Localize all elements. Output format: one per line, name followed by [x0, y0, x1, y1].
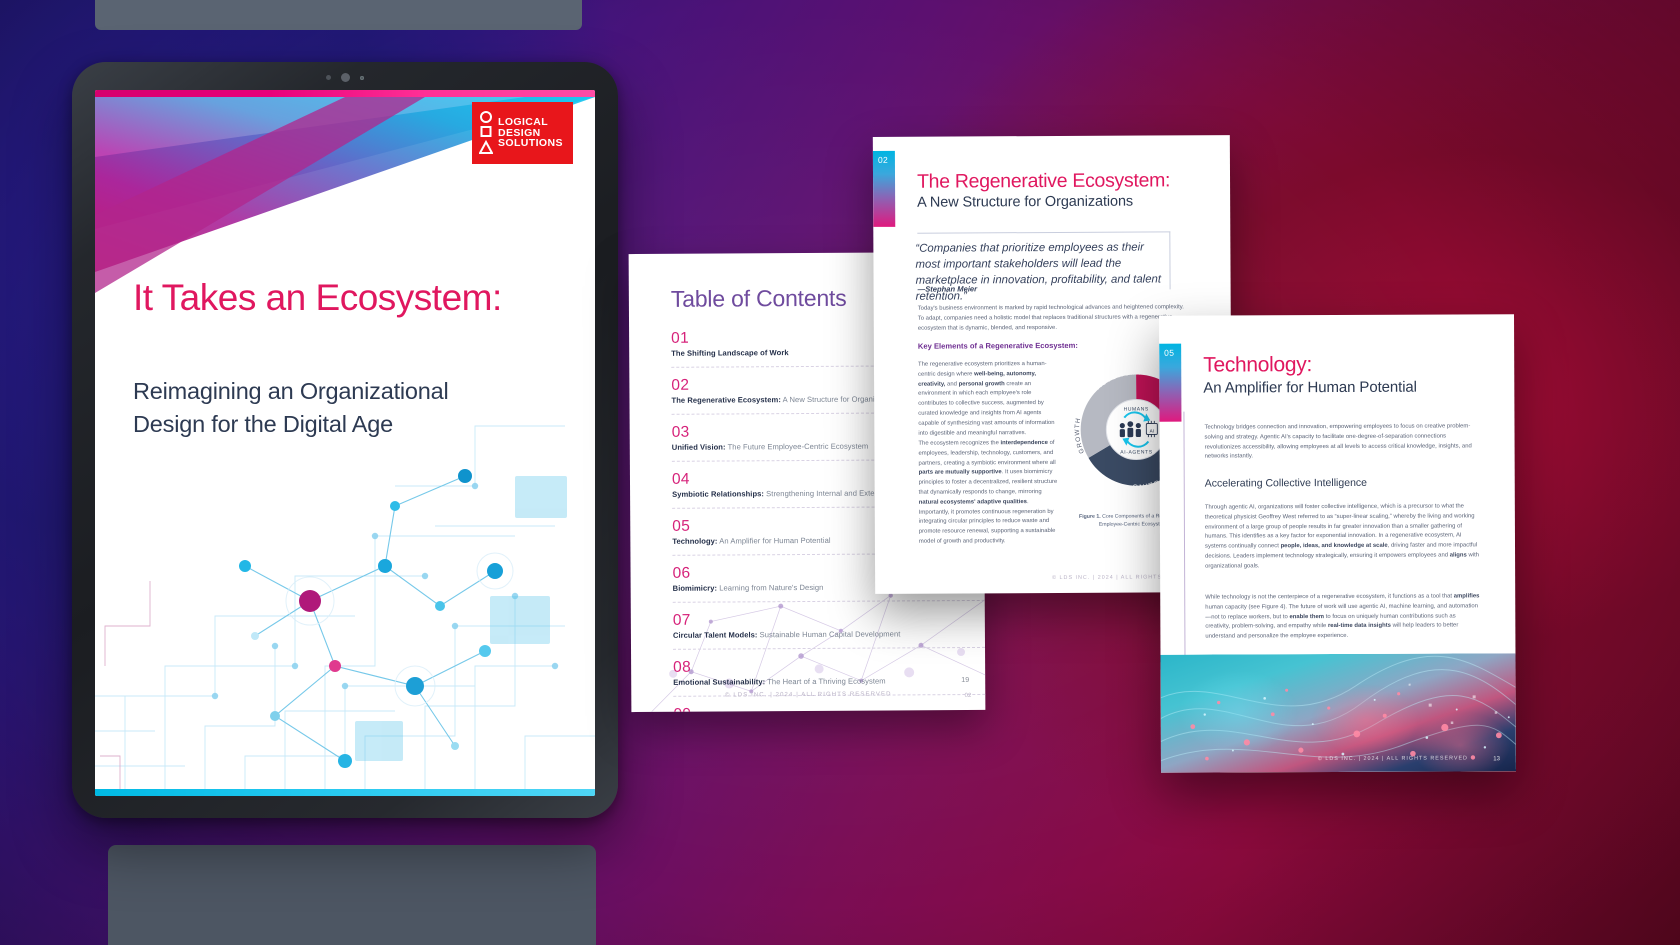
page-subtitle: A New Structure for Organizations	[917, 193, 1134, 211]
top-slab-decoration	[95, 0, 582, 30]
logo-glyphs	[479, 111, 493, 154]
section-heading: Accelerating Collective Intelligence	[1204, 476, 1368, 490]
page-number: 13	[1493, 756, 1500, 763]
toc-item-label-bold: Emotional Sustainability:	[673, 677, 766, 688]
toc-item-label: Emotional Sustainability: The Heart of a…	[673, 676, 985, 687]
toc-item-number: 07	[672, 611, 691, 630]
tablet-sensor-dots	[72, 73, 618, 82]
toc-item-label-bold: The Regenerative Ecosystem:	[671, 395, 781, 405]
document-page-technology: 05 Technology: An Amplifier for Human Po…	[1159, 314, 1516, 773]
section-heading: Key Elements of a Regenerative Ecosystem…	[917, 340, 1078, 351]
section-number-tab: 05	[1159, 343, 1182, 422]
logo-logical-design-solutions: LOGICAL DESIGN SOLUTIONS	[472, 102, 573, 164]
logo-mark	[479, 110, 493, 156]
toc-item[interactable]: 07 Circular Talent Models: Sustainable Hu…	[672, 610, 986, 651]
tablet-device: LOGICAL DESIGN SOLUTIONS It Takes an Eco…	[72, 62, 618, 818]
cover-title-block: It Takes an Ecosystem:	[133, 275, 533, 321]
toc-item-label-bold: Biomimicry:	[672, 583, 718, 594]
toc-item-label-bold: Symbiotic Relationships:	[672, 489, 765, 500]
page-subtitle: An Amplifier for Human Potential	[1203, 378, 1417, 397]
page-number: 02	[964, 693, 972, 700]
logo-wordmark: LOGICAL DESIGN SOLUTIONS	[498, 115, 563, 150]
technology-body-card: Technology bridges connection and innova…	[1183, 410, 1496, 661]
technology-abstract-artwork: © LDS INC. | 2024 | ALL RIGHTS RESERVED …	[1160, 653, 1516, 773]
body-paragraph-2: The ecosystem recognizes the interdepend…	[918, 439, 1058, 545]
cover-network-artwork	[95, 366, 595, 796]
cover-top-gradient-bar	[95, 90, 595, 97]
toc-item-label: Circular Talent Models: Sustainable Huma…	[673, 629, 985, 640]
bottom-slab-decoration	[108, 845, 596, 945]
toc-item-label-bold: Technology:	[672, 536, 718, 547]
toc-item-number: 08	[673, 659, 692, 677]
page-footer-copyright: © LDS INC. | 2024 | ALL RIGHTS RESERVED	[1317, 755, 1468, 763]
page-title: Table of Contents	[670, 284, 847, 312]
page-title: Technology:	[1203, 353, 1313, 377]
toc-item-label-bold: The Shifting Landscape of Work	[671, 348, 789, 358]
body-paragraph-1: The regenerative ecosystem prioritizes a…	[917, 361, 1055, 437]
logo-line-3: SOLUTIONS	[498, 137, 563, 150]
body-paragraph-1: Through agentic AI, organizations will f…	[1204, 503, 1480, 570]
body-paragraph-2: While technology is not the centerpiece …	[1205, 593, 1480, 640]
sensor-dot-tiny	[360, 75, 364, 80]
toc-item-label-rest: The Heart of a Thriving Ecosystem	[765, 676, 886, 687]
ebook-cover-page: LOGICAL DESIGN SOLUTIONS It Takes an Eco…	[95, 90, 595, 796]
svg-text:AI-AGENTS: AI-AGENTS	[1120, 449, 1152, 455]
cover-bottom-gradient-bar	[95, 789, 595, 796]
svg-text:AI: AI	[1150, 428, 1154, 433]
intro-paragraph: Today's business environment is marked b…	[917, 304, 1184, 332]
toc-item-label-bold: Unified Vision:	[671, 442, 726, 452]
section-number-tab: 02	[872, 150, 896, 227]
toc-item-label-rest: Sustainable Human Capital Development	[757, 629, 901, 640]
intro-paragraph: Technology bridges connection and innova…	[1204, 423, 1472, 460]
pull-quote-attribution: —Stephan Meier	[917, 284, 978, 294]
cover-title: It Takes an Ecosystem:	[133, 277, 502, 318]
toc-item-label-rest: Learning from Nature's Design	[717, 583, 824, 593]
pull-quote: “Companies that prioritize employees as …	[915, 241, 1162, 303]
toc-item-label-bold: Circular Talent Models:	[672, 630, 758, 641]
toc-item-label-rest: The Future Employee-Centric Ecosystem	[725, 441, 869, 452]
page-title: The Regenerative Ecosystem:	[916, 169, 1171, 193]
logo-line-1: LOGICAL	[498, 115, 549, 128]
camera-dot	[341, 73, 350, 82]
toc-item-label-rest: An Amplifier for Human Potential	[717, 536, 831, 546]
toc-item-page-number: 19	[961, 675, 970, 685]
sensor-dot-small	[326, 75, 331, 80]
